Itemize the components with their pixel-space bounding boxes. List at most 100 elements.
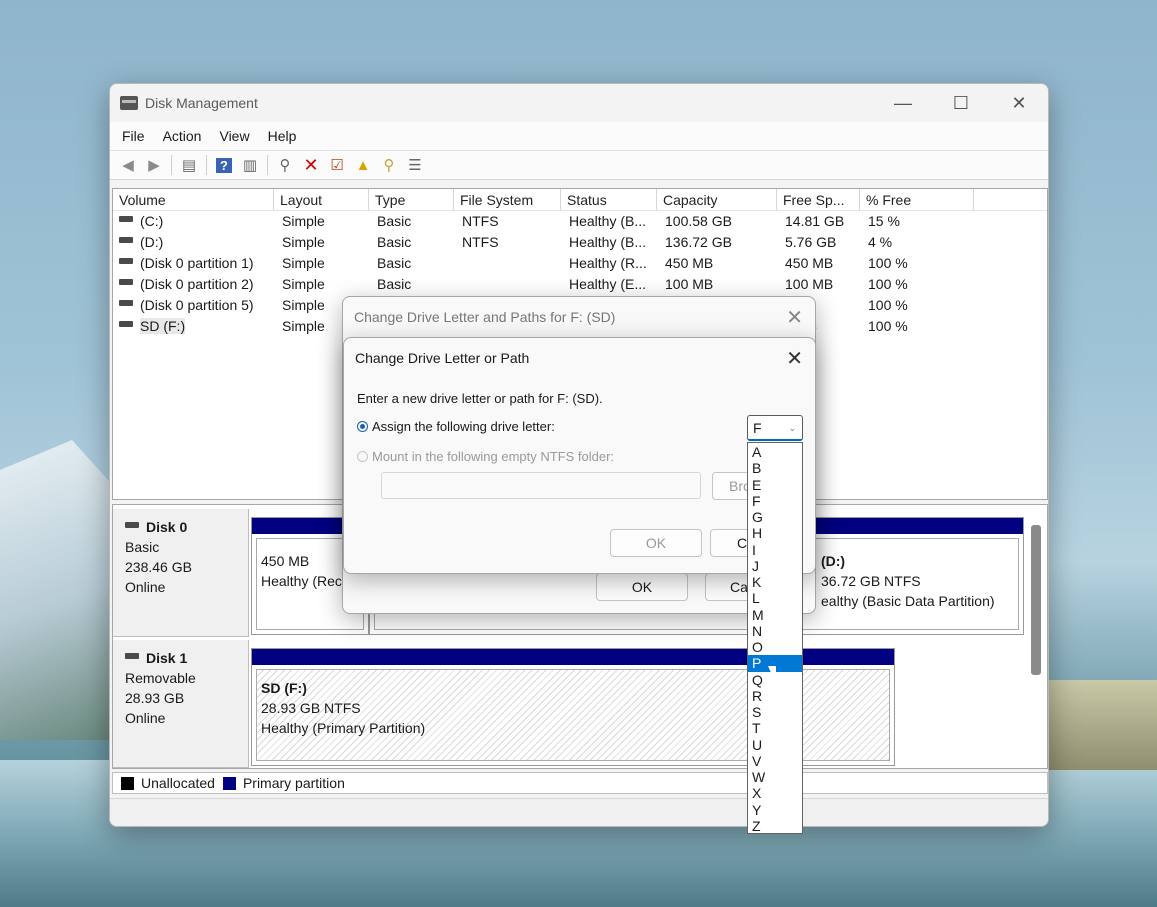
volume-name: (C:) bbox=[140, 213, 164, 229]
col-layout[interactable]: Layout bbox=[274, 189, 369, 210]
volume-cell-capacity: 100 MB bbox=[665, 276, 714, 292]
drive-letter-option[interactable]: X bbox=[748, 785, 802, 801]
close-icon[interactable]: ✕ bbox=[786, 305, 803, 330]
console-tree-icon[interactable]: ▤ bbox=[176, 153, 202, 177]
menu-file[interactable]: File bbox=[116, 128, 151, 144]
drive-letter-option[interactable]: A bbox=[748, 444, 802, 460]
import-icon[interactable]: ▲ bbox=[350, 153, 376, 177]
disk-state: Online bbox=[125, 579, 166, 595]
toolbar-separator bbox=[206, 155, 207, 175]
forward-icon[interactable]: ▶ bbox=[141, 153, 167, 177]
ok-button[interactable]: OK bbox=[596, 573, 688, 601]
drive-letter-option[interactable]: H bbox=[748, 525, 802, 541]
volume-name: (D:) bbox=[140, 234, 164, 250]
drive-letter-option[interactable]: S bbox=[748, 704, 802, 720]
disk-name: Disk 1 bbox=[146, 650, 188, 666]
volume-cell-capacity: 100.58 GB bbox=[665, 213, 732, 229]
close-button[interactable]: ✕ bbox=[990, 84, 1048, 122]
drive-letter-option[interactable]: J bbox=[748, 558, 802, 574]
col-status[interactable]: Status bbox=[561, 189, 657, 210]
disk-1-label[interactable]: Disk 1 Removable 28.93 GB Online bbox=[113, 640, 249, 768]
volume-cell-capacity: 450 MB bbox=[665, 255, 714, 271]
minimize-button[interactable]: — bbox=[874, 84, 932, 122]
title-bar: Disk Management — ☐ ✕ bbox=[110, 84, 1048, 122]
list-view-icon[interactable]: ☰ bbox=[402, 153, 428, 177]
volume-cell-type: Basic bbox=[377, 276, 412, 292]
volume-row[interactable]: (Disk 0 partition 1) Simple Basic Healthy (… bbox=[113, 253, 1047, 274]
disk-icon bbox=[125, 522, 139, 529]
volume-cell-pct: 100 % bbox=[868, 255, 908, 271]
change-drive-letter-dialog: Change Drive Letter or Path ✕ Enter a ne… bbox=[343, 337, 816, 574]
toolbar: ◀ ▶ ▤ ? ▥ ⚲ ✕ ☑ ▲ ⚲ ☰ bbox=[110, 150, 1048, 180]
disk-icon bbox=[125, 653, 139, 660]
menu-view[interactable]: View bbox=[213, 128, 255, 144]
assign-letter-option[interactable]: Assign the following drive letter: bbox=[357, 419, 555, 434]
drive-letter-option[interactable]: K bbox=[748, 574, 802, 590]
close-icon[interactable]: ✕ bbox=[786, 346, 803, 371]
drive-letter-option[interactable]: M bbox=[748, 607, 802, 623]
volume-row[interactable]: (C:) Simple Basic NTFS Healthy (B... 100.58 G… bbox=[113, 211, 1047, 232]
drive-letter-option[interactable]: Z bbox=[748, 818, 802, 834]
toolbar-separator bbox=[171, 155, 172, 175]
volume-cell-fs: NTFS bbox=[462, 234, 499, 250]
dialog-title: Change Drive Letter and Paths for F: (SD… bbox=[354, 309, 616, 325]
disk-state: Online bbox=[125, 710, 166, 726]
drive-letter-option[interactable]: O bbox=[748, 639, 802, 655]
drive-letter-option[interactable]: B bbox=[748, 460, 802, 476]
col-capacity[interactable]: Capacity bbox=[657, 189, 777, 210]
volume-cell-pct: 4 % bbox=[868, 234, 893, 250]
drive-letter-option[interactable]: T bbox=[748, 720, 802, 736]
show-hide-icon[interactable]: ▥ bbox=[237, 153, 263, 177]
volume-cell-status: Healthy (B... bbox=[569, 213, 647, 229]
menu-help[interactable]: Help bbox=[262, 128, 303, 144]
chevron-down-icon: ⌄ bbox=[788, 423, 796, 433]
window-title: Disk Management bbox=[145, 95, 258, 111]
volume-row[interactable]: (Disk 0 partition 2) Simple Basic Healthy (… bbox=[113, 274, 1047, 295]
help-icon[interactable]: ? bbox=[211, 153, 237, 177]
volume-cell-volume: (Disk 0 partition 2) bbox=[113, 274, 274, 295]
drive-letter-option[interactable]: G bbox=[748, 509, 802, 525]
connect-icon[interactable]: ⚲ bbox=[272, 153, 298, 177]
col-free-space[interactable]: Free Sp... bbox=[777, 189, 860, 210]
volume-cell-layout: Simple bbox=[282, 255, 325, 271]
col-type[interactable]: Type bbox=[369, 189, 454, 210]
drive-letter-option[interactable]: F bbox=[748, 493, 802, 509]
back-icon[interactable]: ◀ bbox=[115, 153, 141, 177]
drive-letter-option[interactable]: E bbox=[748, 477, 802, 493]
drive-letter-option[interactable]: V bbox=[748, 753, 802, 769]
drive-letter-select[interactable]: F ⌄ bbox=[747, 415, 803, 441]
volume-cell-volume: (Disk 0 partition 1) bbox=[113, 253, 274, 274]
volume-cell-capacity: 136.72 GB bbox=[665, 234, 732, 250]
status-bar bbox=[110, 798, 1048, 826]
drive-letter-option[interactable]: L bbox=[748, 590, 802, 606]
search-icon[interactable]: ⚲ bbox=[376, 153, 402, 177]
drive-letter-option[interactable]: R bbox=[748, 688, 802, 704]
col-file-system[interactable]: File System bbox=[454, 189, 561, 210]
delete-icon[interactable]: ✕ bbox=[298, 153, 324, 177]
properties-icon[interactable]: ☑ bbox=[324, 153, 350, 177]
maximize-button[interactable]: ☐ bbox=[932, 84, 990, 122]
col-percent-free[interactable]: % Free bbox=[860, 189, 974, 210]
disk-0-label[interactable]: Disk 0 Basic 238.46 GB Online bbox=[113, 509, 249, 637]
unallocated-swatch bbox=[121, 776, 134, 790]
radio-selected-icon[interactable] bbox=[357, 421, 368, 433]
menu-action[interactable]: Action bbox=[157, 128, 208, 144]
dialog-title: Change Drive Letter or Path bbox=[355, 350, 530, 366]
volume-cell-type: Basic bbox=[377, 213, 412, 229]
dialog-prompt: Enter a new drive letter or path for F: … bbox=[357, 391, 603, 406]
drive-letter-option[interactable]: N bbox=[748, 623, 802, 639]
volume-cell-type: Basic bbox=[377, 255, 412, 271]
volume-name: (Disk 0 partition 1) bbox=[140, 255, 254, 271]
graph-scrollbar[interactable] bbox=[1031, 525, 1041, 675]
volume-row[interactable]: (D:) Simple Basic NTFS Healthy (B... 136.72 G… bbox=[113, 232, 1047, 253]
volume-cell-pct: 15 % bbox=[868, 213, 900, 229]
drive-letter-option[interactable]: W bbox=[748, 769, 802, 785]
col-volume[interactable]: Volume bbox=[113, 189, 274, 210]
mount-folder-option: Mount in the following empty NTFS folder… bbox=[357, 449, 614, 464]
partition-title: (D:) bbox=[821, 553, 846, 569]
assign-letter-label: Assign the following drive letter: bbox=[372, 419, 555, 434]
volume-cell-volume: (C:) bbox=[113, 211, 274, 232]
drive-letter-option[interactable]: Y bbox=[748, 802, 802, 818]
drive-letter-option[interactable]: I bbox=[748, 542, 802, 558]
drive-letter-option[interactable]: U bbox=[748, 737, 802, 753]
